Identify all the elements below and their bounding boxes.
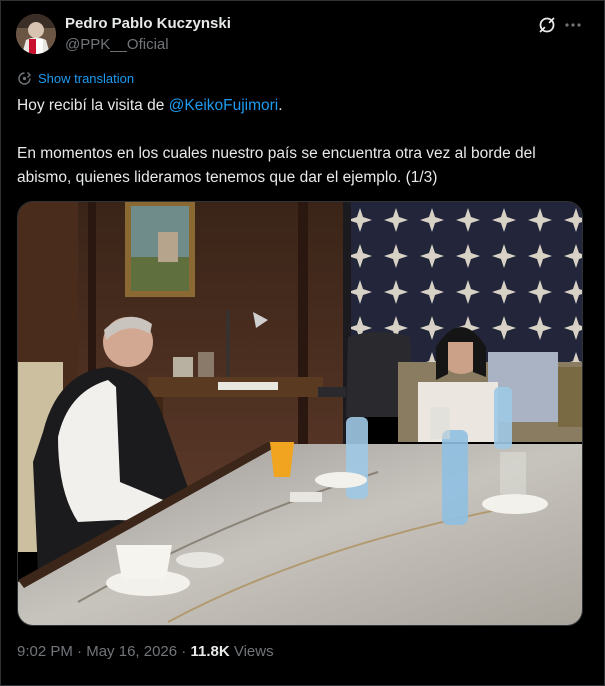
avatar[interactable]: [16, 14, 56, 54]
meta-separator: ·: [72, 643, 87, 660]
show-translation-link[interactable]: Show translation: [17, 71, 134, 86]
views-label: Views: [229, 643, 274, 660]
mention-link[interactable]: @KeikoFujimori: [169, 97, 279, 114]
tweet-text-suffix: .: [278, 97, 283, 114]
tweet-photo[interactable]: [17, 201, 583, 626]
tweet-paragraph-1: Hoy recibí la visita de @KeikoFujimori.: [17, 94, 587, 118]
meta-separator-2: ·: [177, 643, 191, 660]
tweet-date[interactable]: May 16, 2026: [86, 643, 177, 660]
tweet-paragraph-2: En momentos en los cuales nuestro país s…: [17, 145, 536, 186]
translate-icon: [18, 72, 31, 85]
more-dots-icon[interactable]: [563, 15, 583, 35]
tweet-text: Hoy recibí la visita de @KeikoFujimori. …: [17, 94, 587, 190]
author-name[interactable]: Pedro Pablo Kuczynski: [65, 15, 231, 32]
show-translation-label[interactable]: Show translation: [38, 71, 134, 86]
views-count: 11.8K: [190, 643, 230, 660]
tweet-meta: 9:02 PM · May 16, 2026 · 11.8K Views: [17, 643, 274, 660]
grok-icon[interactable]: [537, 15, 557, 35]
author-handle[interactable]: @PPK__Oficial: [65, 36, 169, 53]
tweet-time[interactable]: 9:02 PM: [17, 643, 73, 660]
tweet-card: Pedro Pablo Kuczynski @PPK__Oficial Show…: [0, 0, 605, 686]
tweet-text-prefix: Hoy recibí la visita de: [17, 97, 169, 114]
